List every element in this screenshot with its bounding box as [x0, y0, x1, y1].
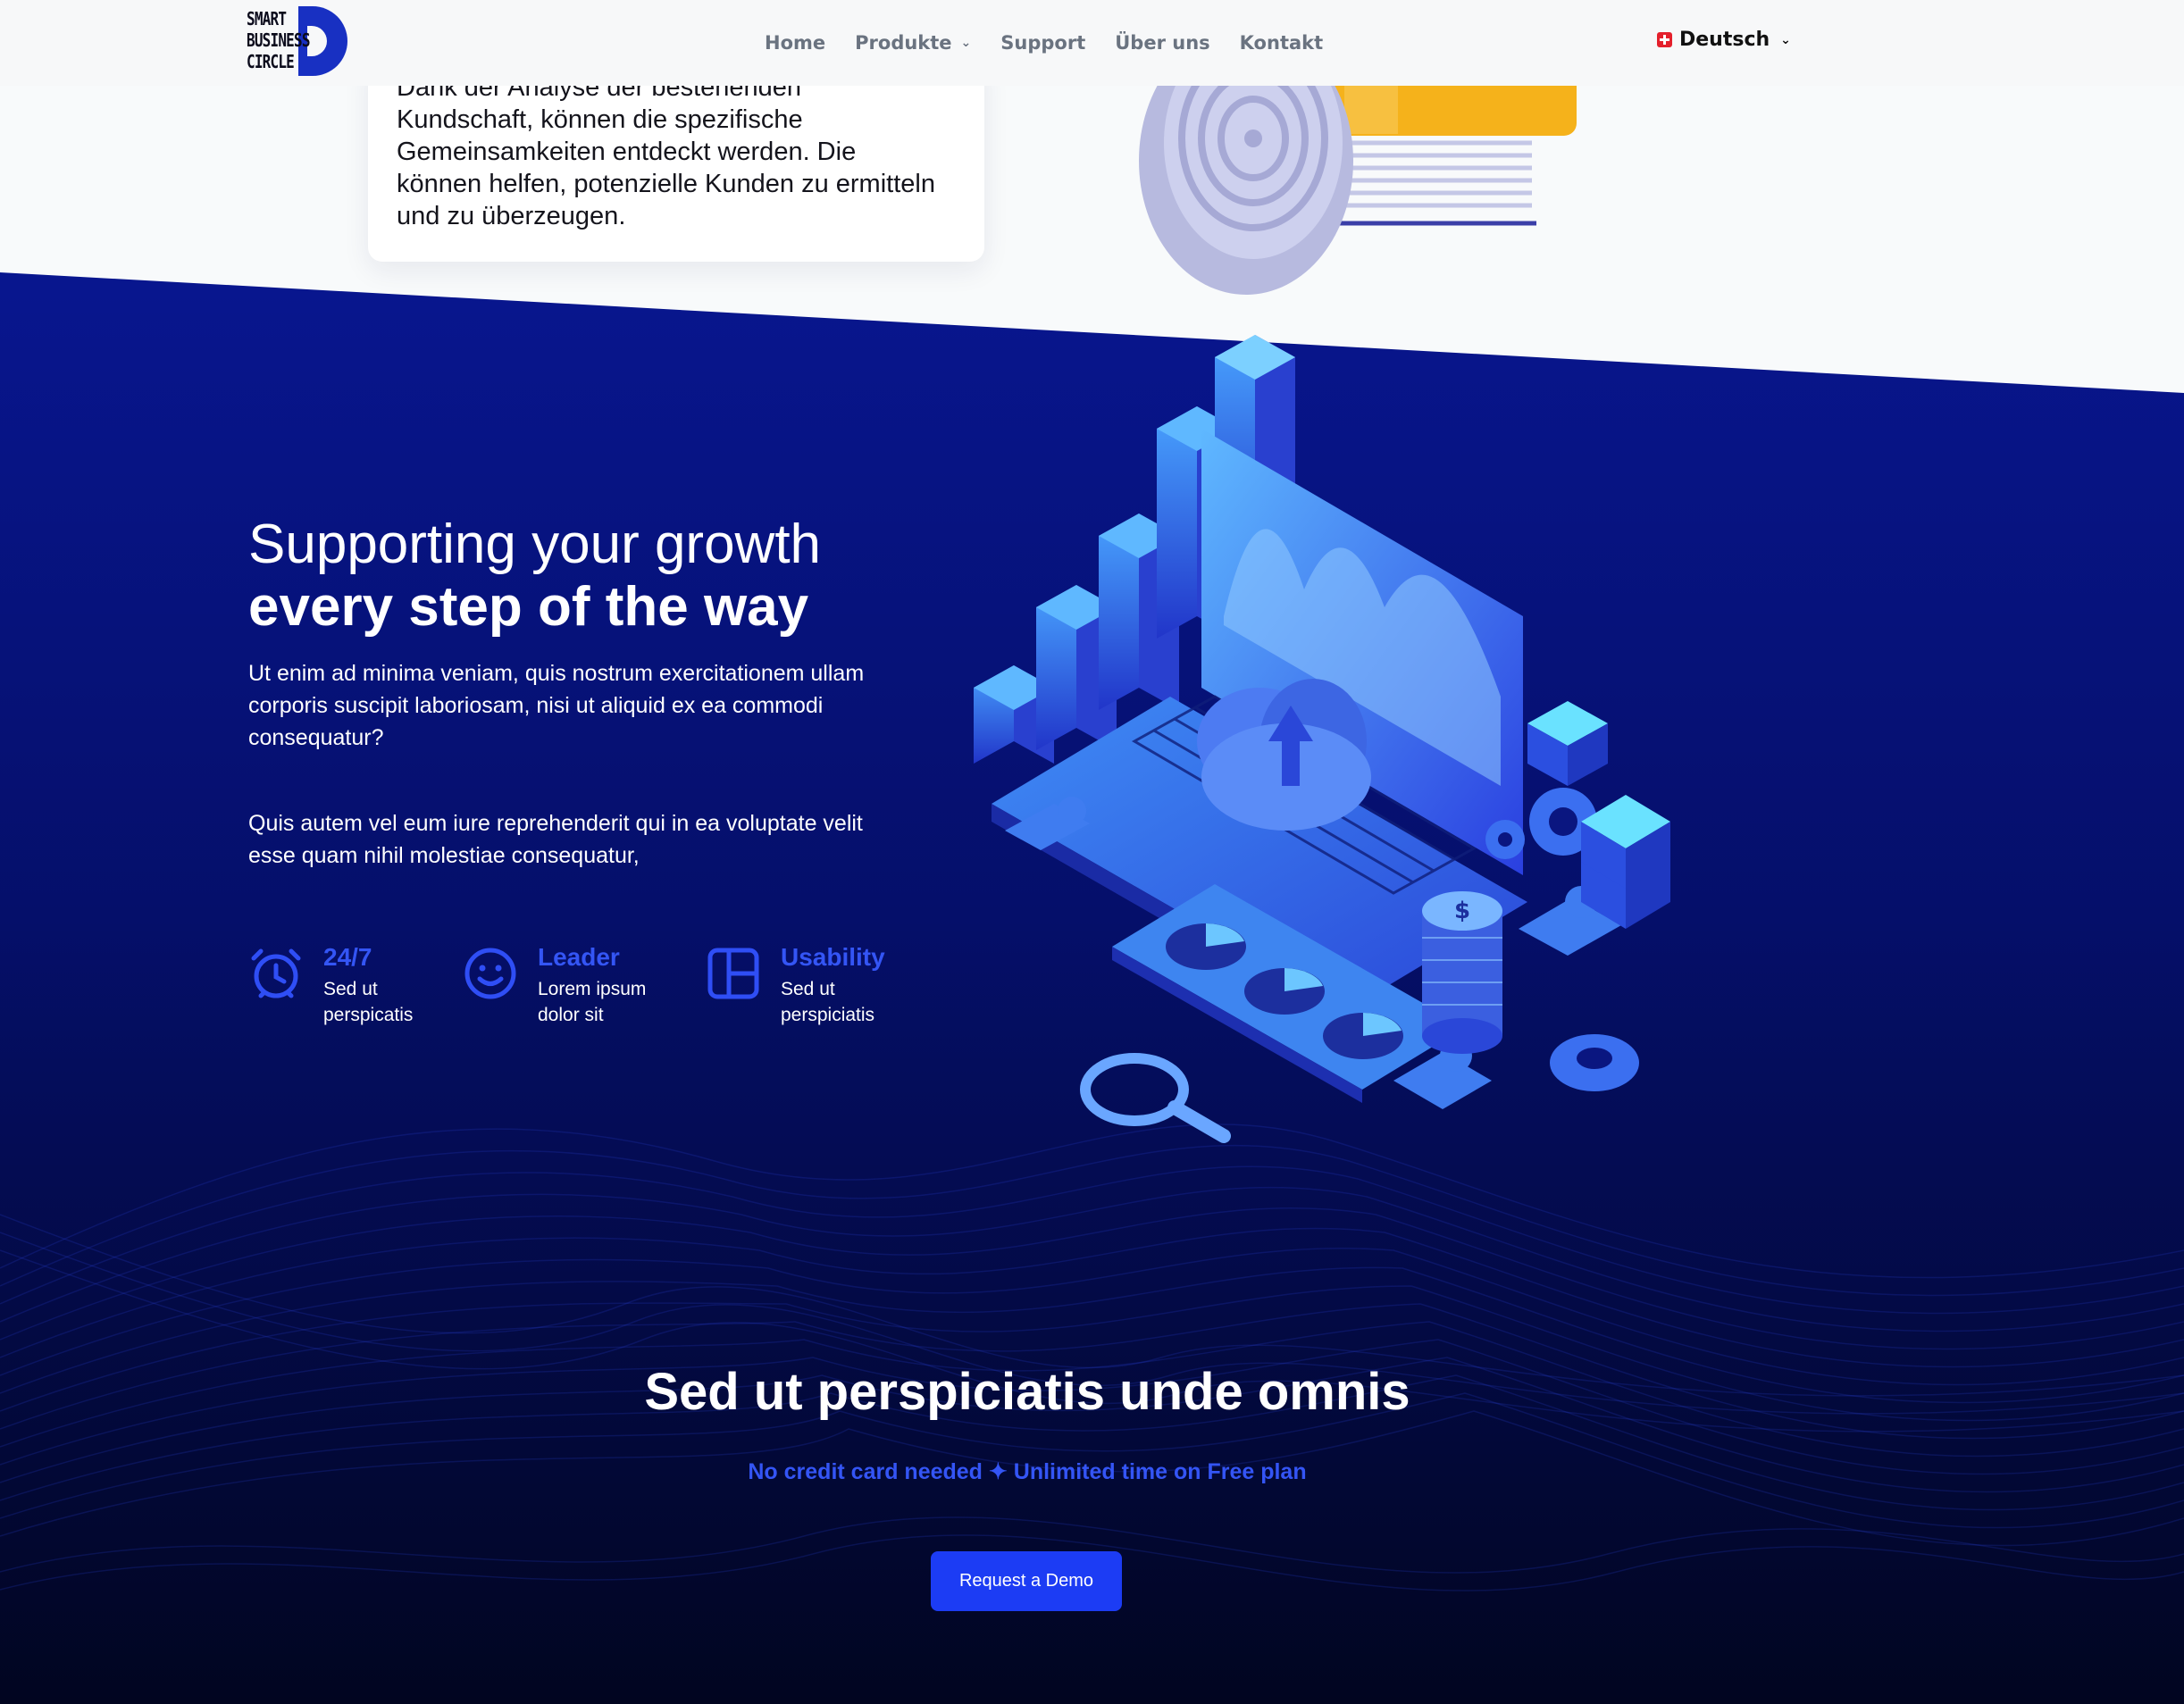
- nav-item-kontakt[interactable]: Kontakt: [1240, 32, 1324, 54]
- chevron-down-icon: ⌄: [960, 36, 972, 50]
- swiss-flag-icon: [1657, 32, 1672, 47]
- language-selector[interactable]: Deutsch ⌄: [1657, 29, 1791, 51]
- smiley-icon: [464, 948, 516, 999]
- feature-desc-line2: dolor sit: [538, 1005, 604, 1025]
- feature-title: Usability: [781, 943, 885, 971]
- chevron-down-icon: ⌄: [1780, 32, 1791, 47]
- isometric-analytics-illustration: $: [974, 335, 1670, 1143]
- feature-title: 24/7: [323, 943, 372, 971]
- main-menu: Home Produkte ⌄ Support Über uns Kontakt: [765, 0, 1352, 86]
- feature-desc-line1: Lorem ipsum: [538, 979, 647, 999]
- feature-usability: Usability Sed ut perspiciatis: [706, 942, 885, 1028]
- language-label: Deutsch: [1679, 29, 1770, 51]
- hero-heading: Supporting your growth every step of the…: [248, 514, 821, 639]
- cta-subtitle: No credit card needed ✦ Unlimited time o…: [748, 1459, 1307, 1484]
- hero-paragraph-1: Ut enim ad minima veniam, quis nostrum e…: [248, 661, 865, 750]
- nav-item-home[interactable]: Home: [765, 32, 825, 54]
- magnifier-icon: [1080, 1053, 1231, 1143]
- nav-item-ueber-uns[interactable]: Über uns: [1115, 32, 1209, 54]
- hero-heading-line1: Supporting your growth: [248, 514, 822, 575]
- feature-desc-line2: perspicatis: [323, 1005, 414, 1025]
- feature-desc-line1: Sed ut: [781, 979, 835, 999]
- feature-leader: Leader Lorem ipsum dolor sit: [463, 942, 646, 1028]
- hero-paragraph-2: Quis autem vel eum iure reprehenderit qu…: [248, 811, 863, 868]
- feature-title: Leader: [538, 943, 620, 971]
- feature-desc-line2: perspiciatis: [781, 1005, 875, 1025]
- smart-business-circle-logo[interactable]: SMART BUSINESS CIRCLE: [247, 6, 347, 78]
- maze-folder-illustration: [1139, 54, 1577, 295]
- coin-stack: $: [1422, 891, 1502, 1054]
- logo-wordmark: SMART BUSINESS CIRCLE: [247, 8, 310, 72]
- nav-item-support[interactable]: Support: [1000, 32, 1085, 54]
- feature-desc-line1: Sed ut: [323, 979, 378, 999]
- cta-heading: Sed ut perspiciatis unde omnis: [644, 1363, 1410, 1421]
- hero-heading-line2: every step of the way: [248, 576, 809, 638]
- alarm-clock-icon: [251, 948, 301, 998]
- nav-item-produkte[interactable]: Produkte ⌄: [855, 32, 971, 54]
- top-navigation-bar: SMART BUSINESS CIRCLE Home Produkte ⌄ Sup…: [0, 0, 2184, 86]
- cloud-upload-icon: [1197, 679, 1371, 831]
- request-demo-button[interactable]: Request a Demo: [931, 1551, 1122, 1611]
- feature-24-7: 24/7 Sed ut perspicatis: [248, 942, 413, 1028]
- info-card-text: Dank der Analyse der bestehenden Kundsch…: [397, 73, 935, 230]
- layout-icon: [707, 948, 759, 999]
- svg-text:$: $: [1454, 898, 1470, 924]
